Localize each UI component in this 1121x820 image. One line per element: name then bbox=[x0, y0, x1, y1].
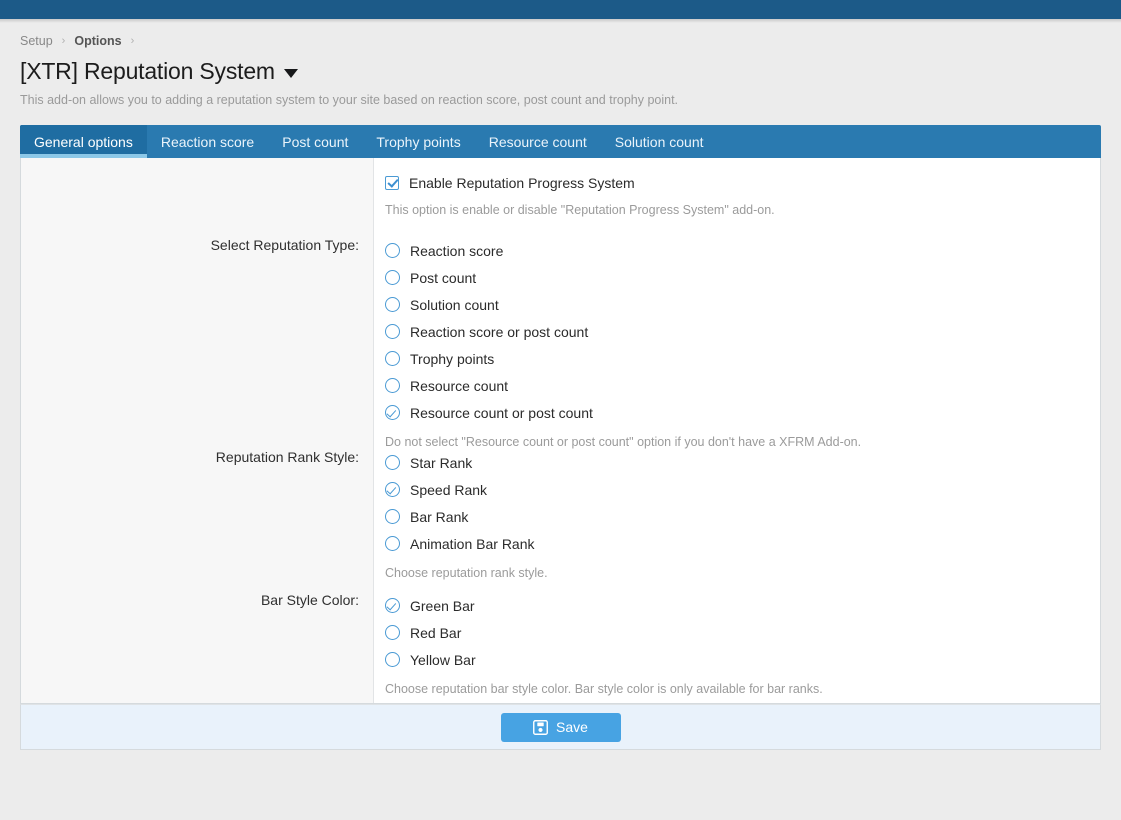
radio-icon[interactable] bbox=[385, 536, 400, 551]
breadcrumb-separator-icon: › bbox=[62, 35, 66, 47]
radio-resource-count[interactable]: Resource count bbox=[385, 372, 1100, 399]
radio-label: Reaction score or post count bbox=[410, 323, 588, 341]
options-rows: Select Reputation Type: Reputation Rank … bbox=[21, 158, 1100, 703]
radio-speed-rank[interactable]: Speed Rank bbox=[385, 476, 1100, 503]
radio-label: Animation Bar Rank bbox=[410, 535, 535, 553]
radio-label: Resource count or post count bbox=[410, 404, 593, 422]
breadcrumb: Setup › Options › bbox=[20, 29, 1101, 51]
tab-label: Resource count bbox=[489, 134, 587, 150]
tab-reaction-score[interactable]: Reaction score bbox=[147, 125, 268, 158]
radio-reaction-score-or-post-count[interactable]: Reaction score or post count bbox=[385, 318, 1100, 345]
label-text: Bar Style Color: bbox=[261, 592, 359, 608]
radio-animation-bar-rank[interactable]: Animation Bar Rank bbox=[385, 530, 1100, 557]
label-text: Select Reputation Type: bbox=[211, 237, 359, 253]
radio-label: Bar Rank bbox=[410, 508, 468, 526]
radio-icon[interactable] bbox=[385, 652, 400, 667]
tab-label: Post count bbox=[282, 134, 348, 150]
radio-resource-count-or-post-count[interactable]: Resource count or post count bbox=[385, 399, 1100, 426]
breadcrumb-item-setup[interactable]: Setup bbox=[20, 34, 53, 48]
radio-label: Trophy points bbox=[410, 350, 494, 368]
tab-label: Solution count bbox=[615, 134, 704, 150]
page-title: [XTR] Reputation System bbox=[20, 56, 275, 86]
radio-icon[interactable] bbox=[385, 297, 400, 312]
browser-top-chrome-bar bbox=[0, 0, 1121, 19]
radio-icon[interactable] bbox=[385, 270, 400, 285]
tab-general-options[interactable]: General options bbox=[20, 125, 147, 158]
radio-label: Reaction score bbox=[410, 242, 503, 260]
radio-icon-selected[interactable] bbox=[385, 405, 400, 420]
save-button[interactable]: Save bbox=[501, 713, 621, 742]
field-rank-style: Star Rank Speed Rank Bar Rank Animation … bbox=[374, 438, 1100, 581]
radio-label: Solution count bbox=[410, 296, 499, 314]
hint-rank-style: Choose reputation rank style. bbox=[385, 565, 1100, 582]
radio-label: Speed Rank bbox=[410, 481, 487, 499]
radio-icon[interactable] bbox=[385, 243, 400, 258]
radio-label: Yellow Bar bbox=[410, 651, 476, 669]
tab-solution-count[interactable]: Solution count bbox=[601, 125, 718, 158]
hint-bar-style-color: Choose reputation bar style color. Bar s… bbox=[385, 681, 1100, 698]
label-cell-reputation-type: Select Reputation Type: bbox=[21, 226, 373, 438]
radio-icon-selected[interactable] bbox=[385, 482, 400, 497]
checkbox-icon[interactable] bbox=[385, 176, 399, 190]
radio-label: Post count bbox=[410, 269, 476, 287]
radio-trophy-points[interactable]: Trophy points bbox=[385, 345, 1100, 372]
tab-bar: General options Reaction score Post coun… bbox=[20, 125, 1101, 158]
tab-post-count[interactable]: Post count bbox=[268, 125, 362, 158]
breadcrumb-separator-icon: › bbox=[131, 35, 135, 47]
field-bar-style-color: Green Bar Red Bar Yellow Bar Choose repu… bbox=[374, 581, 1100, 703]
tab-trophy-points[interactable]: Trophy points bbox=[362, 125, 474, 158]
radio-yellow-bar[interactable]: Yellow Bar bbox=[385, 646, 1100, 673]
radio-label: Red Bar bbox=[410, 624, 461, 642]
radio-icon[interactable] bbox=[385, 378, 400, 393]
field-reputation-type: Reaction score Post count Solution count… bbox=[374, 226, 1100, 438]
checkbox-enable-reputation[interactable]: Enable Reputation Progress System bbox=[385, 169, 1100, 196]
radio-solution-count[interactable]: Solution count bbox=[385, 291, 1100, 318]
field-enable-reputation: Enable Reputation Progress System This o… bbox=[374, 158, 1100, 226]
radio-bar-rank[interactable]: Bar Rank bbox=[385, 503, 1100, 530]
radio-green-bar[interactable]: Green Bar bbox=[385, 592, 1100, 619]
options-panel: Select Reputation Type: Reputation Rank … bbox=[20, 158, 1101, 704]
label-cell-enable bbox=[21, 158, 373, 226]
radio-icon-selected[interactable] bbox=[385, 598, 400, 613]
radio-star-rank[interactable]: Star Rank bbox=[385, 449, 1100, 476]
label-cell-bar-color: Bar Style Color: bbox=[21, 581, 373, 703]
radio-icon[interactable] bbox=[385, 509, 400, 524]
radio-icon[interactable] bbox=[385, 324, 400, 339]
radio-reaction-score[interactable]: Reaction score bbox=[385, 237, 1100, 264]
breadcrumb-item-options[interactable]: Options bbox=[74, 34, 121, 48]
label-text: Reputation Rank Style: bbox=[216, 449, 359, 465]
tab-label: Reaction score bbox=[161, 134, 254, 150]
title-row: [XTR] Reputation System bbox=[20, 56, 1101, 86]
label-cell-rank-style: Reputation Rank Style: bbox=[21, 438, 373, 581]
radio-label: Resource count bbox=[410, 377, 508, 395]
radio-label: Star Rank bbox=[410, 454, 472, 472]
label-column: Select Reputation Type: Reputation Rank … bbox=[21, 158, 374, 703]
radio-icon[interactable] bbox=[385, 455, 400, 470]
tab-label: Trophy points bbox=[376, 134, 460, 150]
hint-enable-reputation: This option is enable or disable "Reputa… bbox=[385, 202, 1100, 219]
checkbox-label: Enable Reputation Progress System bbox=[409, 174, 635, 192]
radio-post-count[interactable]: Post count bbox=[385, 264, 1100, 291]
page-header: Setup › Options › [XTR] Reputation Syste… bbox=[0, 23, 1121, 108]
radio-icon[interactable] bbox=[385, 625, 400, 640]
page-description: This add-on allows you to adding a reput… bbox=[20, 92, 1101, 108]
radio-label: Green Bar bbox=[410, 597, 475, 615]
options-column: Enable Reputation Progress System This o… bbox=[374, 158, 1100, 703]
form-footer: Save bbox=[20, 704, 1101, 750]
tab-resource-count[interactable]: Resource count bbox=[475, 125, 601, 158]
radio-icon[interactable] bbox=[385, 351, 400, 366]
save-button-label: Save bbox=[556, 719, 588, 735]
chevron-down-icon[interactable] bbox=[284, 69, 298, 78]
radio-red-bar[interactable]: Red Bar bbox=[385, 619, 1100, 646]
tab-label: General options bbox=[34, 134, 133, 150]
floppy-disk-save-icon bbox=[533, 720, 548, 735]
